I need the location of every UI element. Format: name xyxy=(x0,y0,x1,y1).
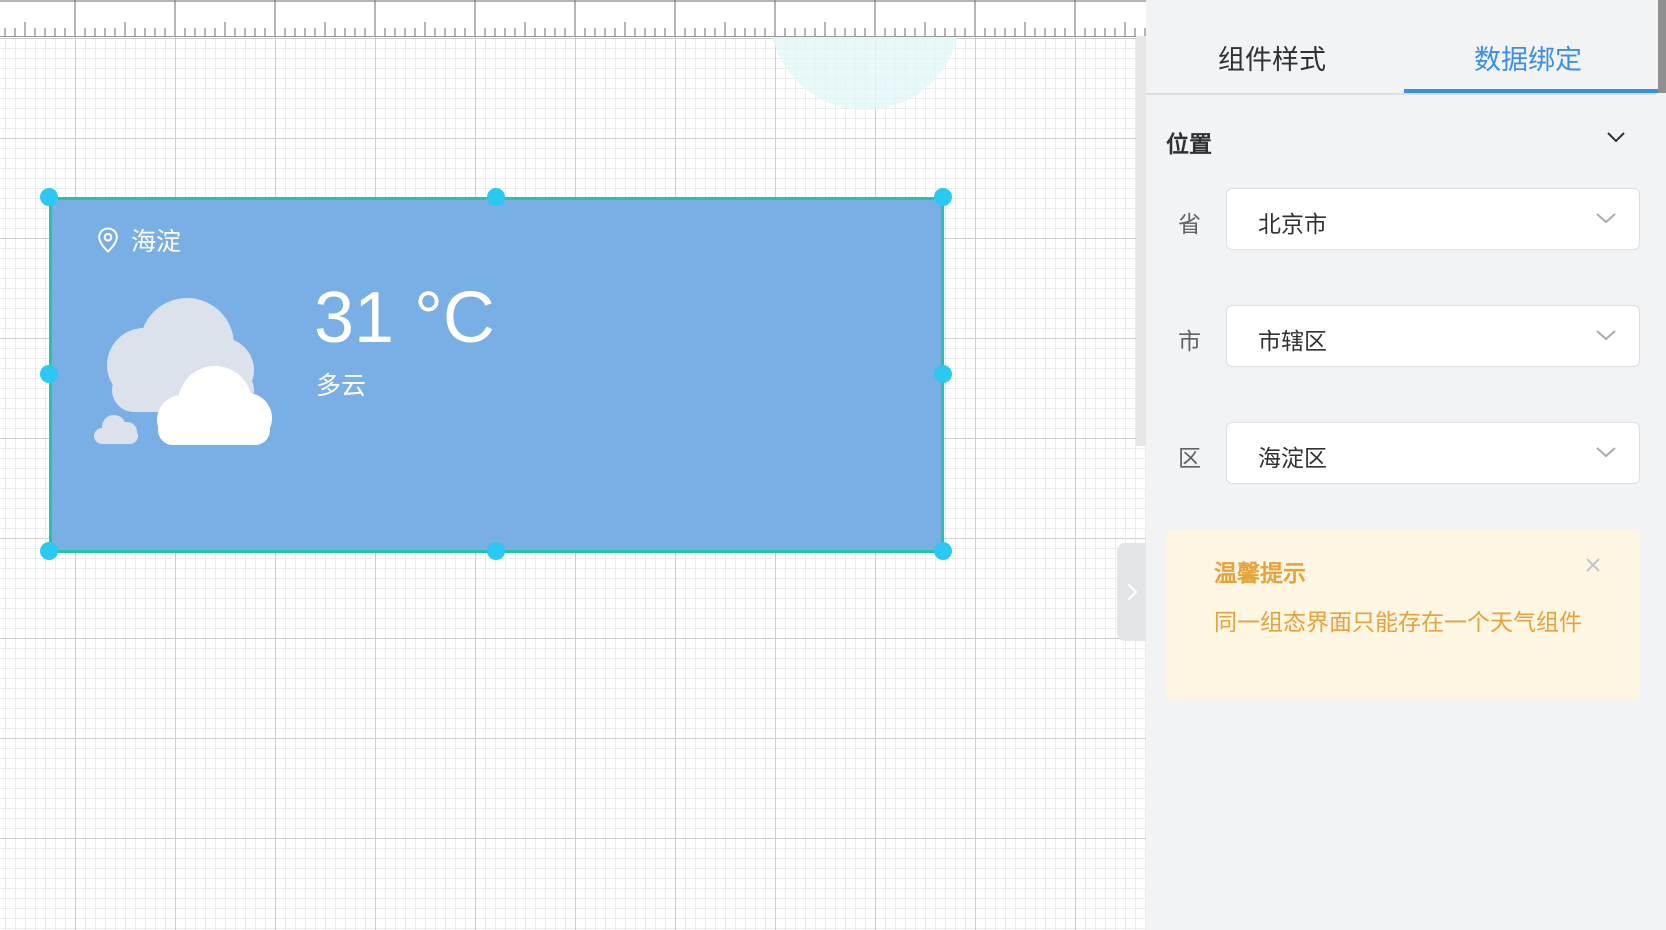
resize-handle-top-right[interactable] xyxy=(934,188,952,206)
warning-tip: 温馨提示 同一组态界面只能存在一个天气组件 xyxy=(1166,530,1640,700)
widget-location: 海淀 xyxy=(97,222,181,258)
properties-panel: 组件样式 数据绑定 位置 省 北京市 市 市辖区 区 海淀区 温馨提示 同一组态… xyxy=(1146,0,1666,930)
resize-handle-top-left[interactable] xyxy=(40,188,58,206)
location-name: 海淀 xyxy=(131,227,182,256)
resize-handle-bottom-right[interactable] xyxy=(934,542,952,560)
city-value: 市辖区 xyxy=(1258,329,1327,355)
city-select[interactable]: 市辖区 xyxy=(1226,305,1640,367)
active-tab-indicator xyxy=(1404,89,1661,93)
section-title-position[interactable]: 位置 xyxy=(1166,125,1212,159)
weather-widget[interactable]: 海淀 31 °C 多云 xyxy=(49,197,944,553)
ruler-ticks xyxy=(0,0,1146,36)
chevron-down-icon xyxy=(1596,447,1616,458)
province-value: 北京市 xyxy=(1258,212,1327,238)
cloudy-weather-icon xyxy=(94,298,272,445)
chevron-down-icon xyxy=(1596,330,1616,341)
horizontal-ruler xyxy=(0,0,1146,37)
resize-handle-left[interactable] xyxy=(40,365,58,383)
tab-component-style[interactable]: 组件样式 xyxy=(1218,38,1326,77)
close-icon[interactable] xyxy=(1584,556,1602,574)
chevron-down-icon[interactable] xyxy=(1606,130,1626,144)
chevron-down-icon xyxy=(1596,213,1616,224)
location-pin-icon xyxy=(98,227,118,253)
weather-condition: 多云 xyxy=(316,371,367,400)
design-canvas[interactable]: 海淀 31 °C 多云 xyxy=(0,0,1146,930)
resize-handle-right[interactable] xyxy=(934,365,952,383)
province-label: 省 xyxy=(1178,212,1201,238)
province-select[interactable]: 北京市 xyxy=(1226,188,1640,250)
chevron-right-icon xyxy=(1126,583,1137,601)
resize-handle-top[interactable] xyxy=(487,188,505,206)
tip-title: 温馨提示 xyxy=(1214,561,1306,587)
district-select[interactable]: 海淀区 xyxy=(1226,422,1640,484)
resize-handle-bottom-left[interactable] xyxy=(40,542,58,560)
temperature-value: 31 °C xyxy=(314,278,495,358)
canvas-scrollbar[interactable] xyxy=(1136,36,1146,446)
panel-toggle-button[interactable] xyxy=(1117,543,1146,641)
resize-handle-bottom[interactable] xyxy=(487,542,505,560)
district-value: 海淀区 xyxy=(1258,446,1327,472)
tab-data-binding[interactable]: 数据绑定 xyxy=(1474,38,1582,77)
city-label: 市 xyxy=(1178,329,1201,355)
panel-scrollbar[interactable] xyxy=(1658,0,1666,93)
district-label: 区 xyxy=(1178,446,1201,472)
tip-message: 同一组态界面只能存在一个天气组件 xyxy=(1214,610,1582,636)
panel-tabs: 组件样式 数据绑定 xyxy=(1146,0,1661,95)
